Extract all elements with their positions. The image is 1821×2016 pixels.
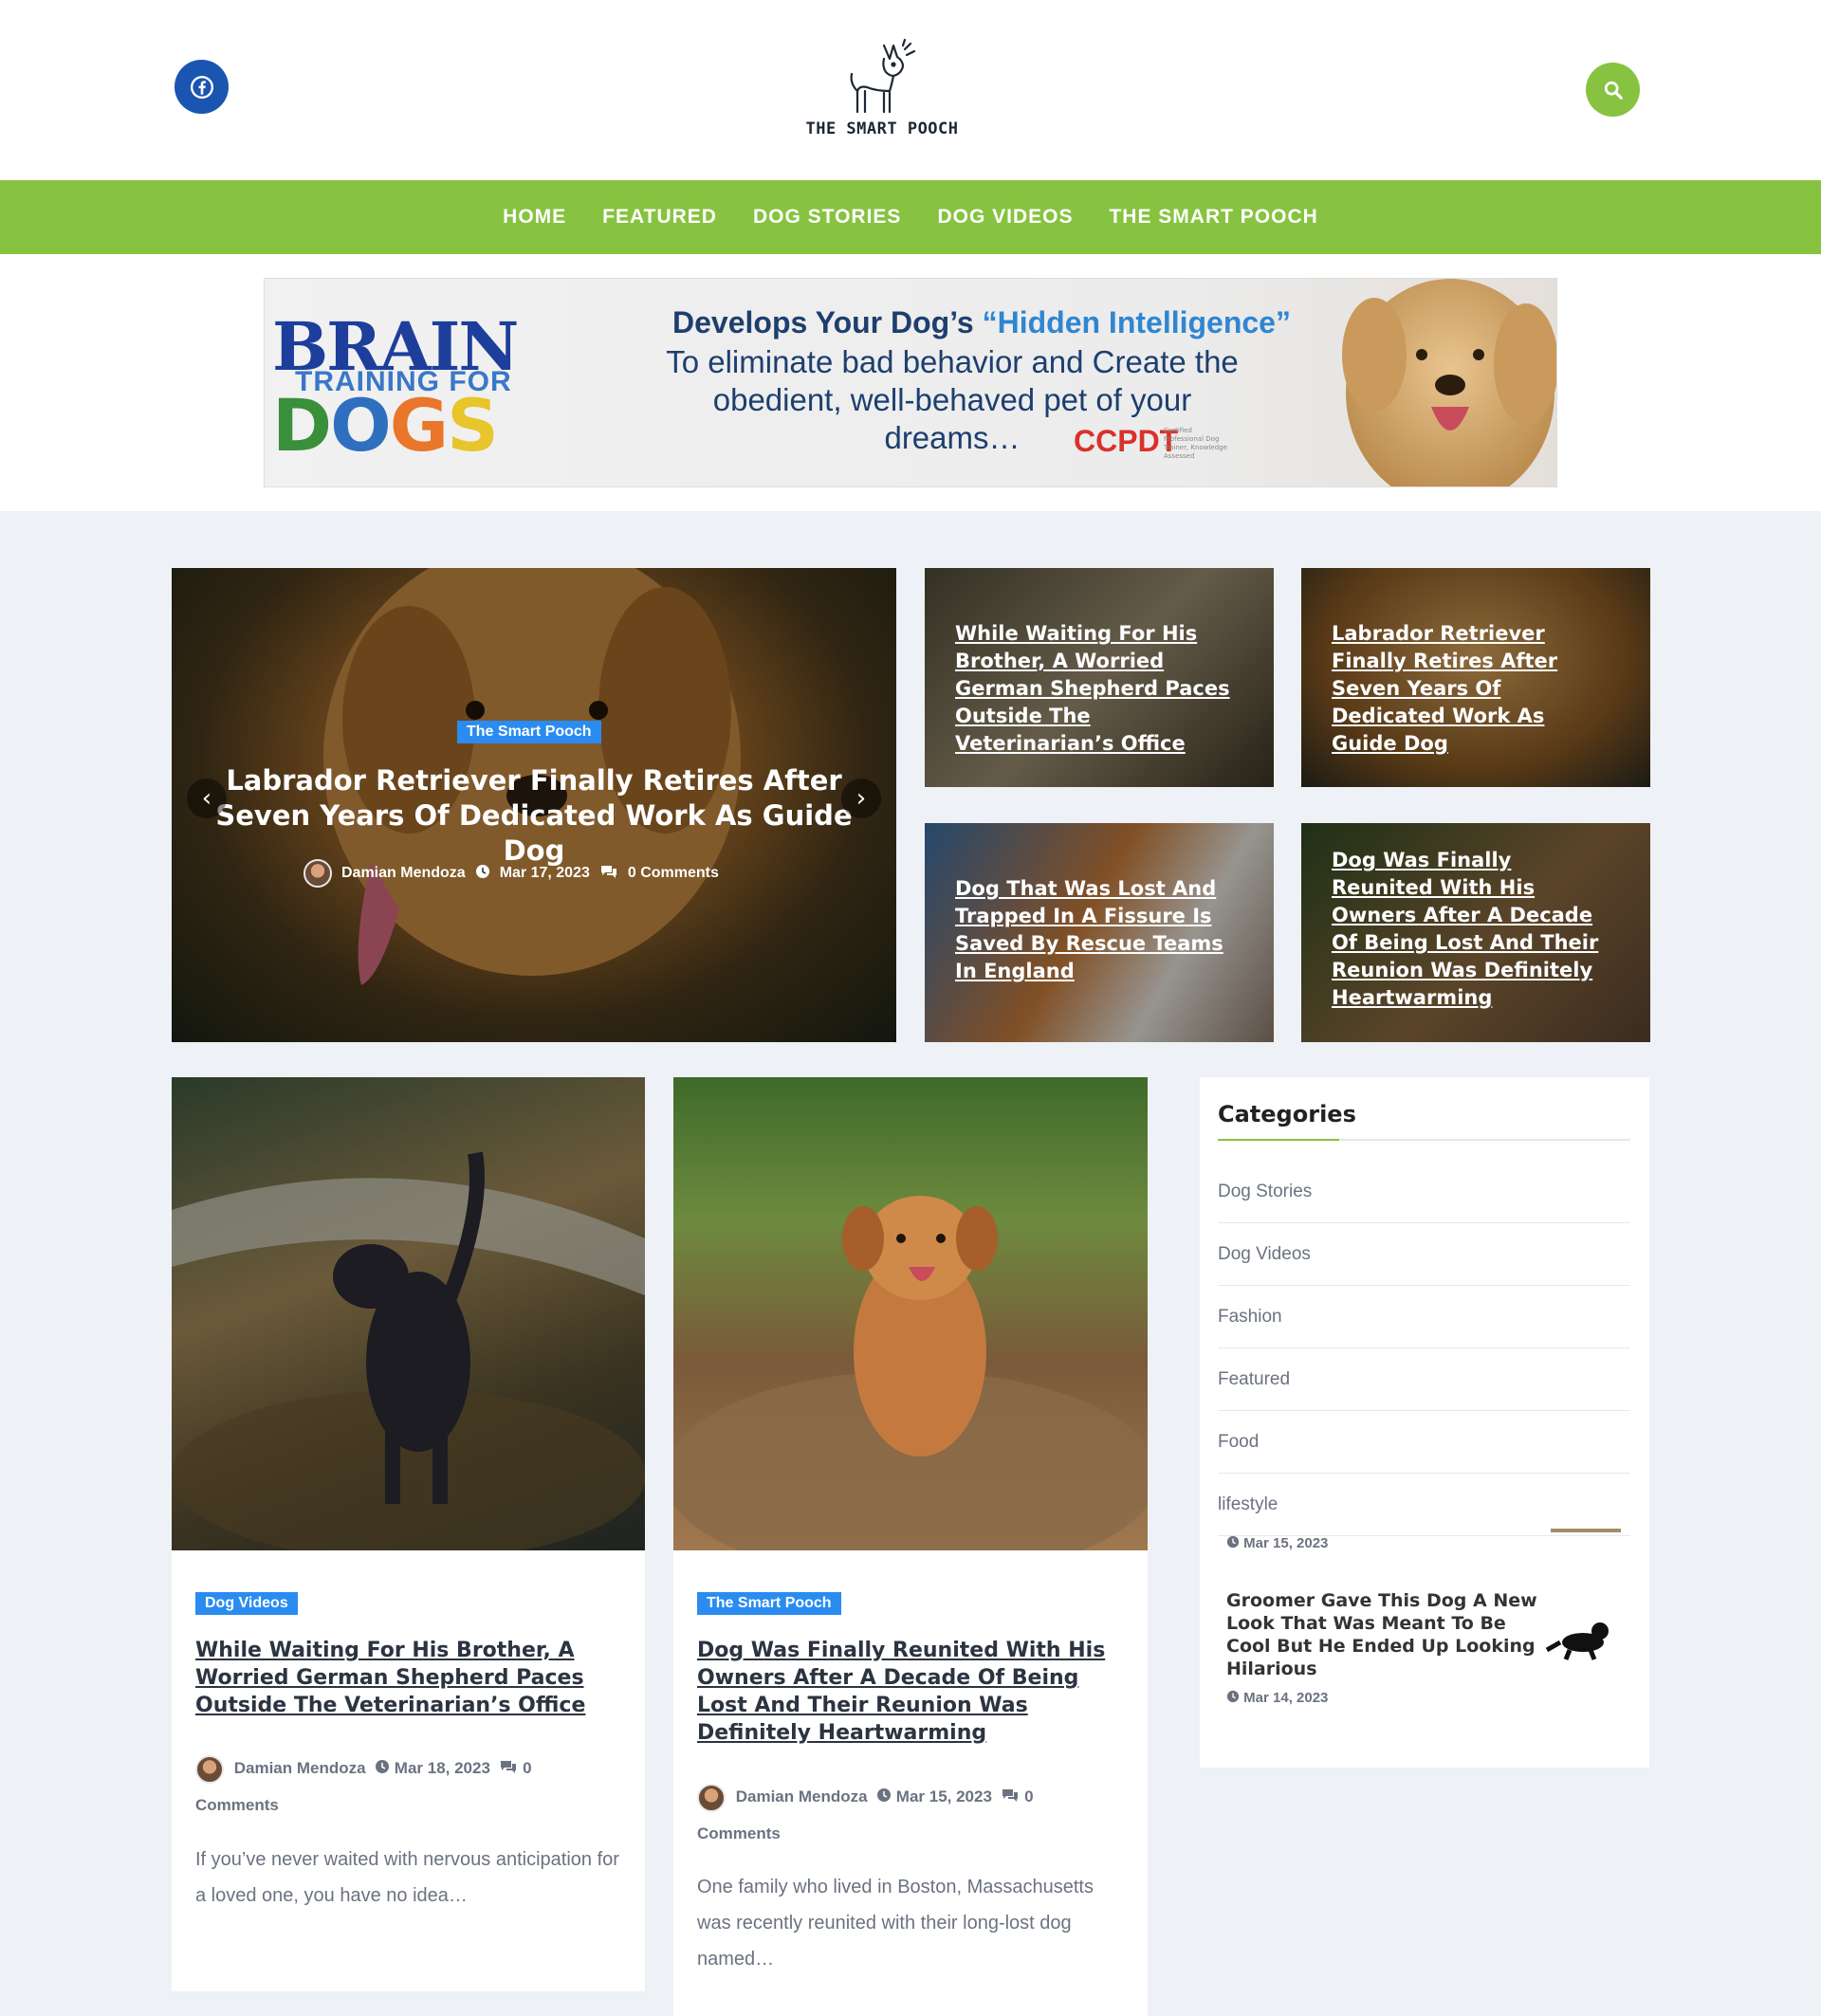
recent-post-date[interactable]: Mar 15, 2023 — [1243, 1535, 1328, 1551]
featured-tile[interactable]: Labrador Retriever Finally Retires After… — [1301, 568, 1650, 787]
ad-headline-highlight: “Hidden Intelligence” — [982, 305, 1291, 339]
post-comments-count[interactable]: 0 — [523, 1759, 531, 1777]
chevron-right-icon: › — [855, 784, 867, 813]
site-logo-text: THE SMART POOCH — [805, 119, 959, 138]
ad-dog-image — [1342, 279, 1556, 486]
post-author[interactable]: Damian Mendoza — [234, 1759, 366, 1777]
slider-next-button[interactable]: › — [841, 779, 881, 818]
post-card: Dog Videos While Waiting For His Brother… — [172, 1077, 645, 1991]
categories-underline — [1218, 1139, 1630, 1141]
category-item-lifestyle[interactable]: lifestyle — [1218, 1474, 1630, 1536]
post-title[interactable]: Dog Was Finally Reunited With His Owners… — [697, 1637, 1124, 1747]
featured-tile[interactable]: Dog Was Finally Reunited With His Owners… — [1301, 823, 1650, 1042]
post-date[interactable]: Mar 18, 2023 — [395, 1759, 490, 1777]
category-item-featured[interactable]: Featured — [1218, 1348, 1630, 1411]
recent-post-title[interactable]: Groomer Gave This Dog A New Look That Wa… — [1226, 1589, 1539, 1680]
tile-title[interactable]: While Waiting For His Brother, A Worried… — [955, 620, 1240, 758]
chevron-left-icon: ‹ — [201, 784, 212, 813]
clock-icon — [876, 1780, 892, 1816]
categories-title: Categories — [1218, 1101, 1356, 1127]
recent-post-date[interactable]: Mar 14, 2023 — [1243, 1690, 1328, 1706]
ad-ccpdt-caption: Certified Professional Dog Trainer, Know… — [1164, 427, 1227, 460]
hero-title[interactable]: Labrador Retriever Finally Retires After… — [210, 763, 858, 869]
nav-item-the-smart-pooch[interactable]: THE SMART POOCH — [1109, 206, 1317, 229]
author-avatar[interactable] — [304, 859, 332, 888]
post-meta: Damian Mendoza Mar 15, 2023 0 Comments — [697, 1779, 1105, 1852]
clock-icon — [1226, 1535, 1240, 1552]
post-card: The Smart Pooch Dog Was Finally Reunited… — [673, 1077, 1148, 2016]
clock-icon — [375, 1751, 390, 1787]
recent-post-thumb-partial — [1551, 1529, 1621, 1532]
post-meta: Damian Mendoza Mar 18, 2023 0 Comments — [195, 1750, 603, 1824]
nav-item-featured[interactable]: FEATURED — [602, 206, 717, 229]
post-category-badge[interactable]: The Smart Pooch — [697, 1592, 841, 1615]
post-comments-label[interactable]: Comments — [697, 1824, 781, 1842]
category-item-fashion[interactable]: Fashion — [1218, 1286, 1630, 1348]
sidebar-widget: Categories Dog Stories Dog Videos Fashio… — [1200, 1077, 1649, 1768]
post-author[interactable]: Damian Mendoza — [736, 1787, 868, 1805]
recent-post-meta: Mar 14, 2023 — [1226, 1690, 1328, 1707]
hero-comments[interactable]: 0 Comments — [628, 865, 719, 882]
comments-icon — [599, 864, 618, 884]
post-image[interactable] — [673, 1077, 1148, 1550]
tile-title[interactable]: Dog Was Finally Reunited With His Owners… — [1332, 847, 1616, 1012]
hero-slider[interactable]: The Smart Pooch Labrador Retriever Final… — [172, 568, 896, 1042]
dog-logo-icon — [850, 38, 916, 114]
main-nav: HOME FEATURED DOG STORIES DOG VIDEOS THE… — [0, 180, 1821, 254]
hero-author[interactable]: Damian Mendoza — [341, 865, 466, 882]
ad-banner-section: BRAIN TRAINING FOR DOGS Develops Your Do… — [0, 254, 1821, 511]
category-item-dog-videos[interactable]: Dog Videos — [1218, 1223, 1630, 1286]
post-comments-count[interactable]: 0 — [1024, 1787, 1033, 1805]
post-excerpt: One family who lived in Boston, Massachu… — [697, 1877, 1094, 1970]
site-header: THE SMART POOCH — [0, 0, 1821, 180]
comments-icon — [1001, 1780, 1020, 1816]
recent-post-thumbnail[interactable] — [1541, 1608, 1621, 1665]
tile-title[interactable]: Dog That Was Lost And Trapped In A Fissu… — [955, 875, 1240, 985]
ad-dogs-text: DOGS — [272, 383, 499, 467]
post-category-badge[interactable]: Dog Videos — [195, 1592, 298, 1615]
hero-date[interactable]: Mar 17, 2023 — [500, 865, 590, 882]
ad-ccpdt-badge: CCPDT — [1074, 424, 1179, 458]
nav-item-dog-stories[interactable]: DOG STORIES — [753, 206, 901, 229]
nav-item-dog-videos[interactable]: DOG VIDEOS — [937, 206, 1073, 229]
ad-headline: Develops Your Dog’s “Hidden Intelligence… — [672, 305, 1291, 340]
post-title[interactable]: While Waiting For His Brother, A Worried… — [195, 1637, 632, 1719]
search-icon[interactable] — [1586, 63, 1640, 117]
author-avatar[interactable] — [697, 1783, 726, 1812]
featured-tile[interactable]: While Waiting For His Brother, A Worried… — [925, 568, 1274, 787]
category-item-dog-stories[interactable]: Dog Stories — [1218, 1161, 1630, 1223]
post-date[interactable]: Mar 15, 2023 — [896, 1787, 992, 1805]
post-image[interactable] — [172, 1077, 645, 1550]
category-item-food[interactable]: Food — [1218, 1411, 1630, 1474]
facebook-icon-glyph — [190, 75, 213, 99]
hero-category-badge[interactable]: The Smart Pooch — [457, 721, 601, 743]
author-avatar[interactable] — [195, 1754, 224, 1784]
ad-banner[interactable]: BRAIN TRAINING FOR DOGS Develops Your Do… — [264, 278, 1557, 487]
nav-item-home[interactable]: HOME — [503, 206, 566, 229]
site-logo[interactable]: THE SMART POOCH — [797, 38, 967, 142]
recent-post-meta: Mar 15, 2023 — [1226, 1535, 1328, 1552]
search-icon-glyph — [1604, 81, 1623, 100]
tile-title[interactable]: Labrador Retriever Finally Retires After… — [1332, 620, 1616, 758]
hero-meta: Damian Mendoza Mar 17, 2023 0 Comments — [304, 859, 719, 888]
dog-photo — [172, 1151, 645, 1550]
clock-icon — [475, 864, 490, 884]
featured-tile[interactable]: Dog That Was Lost And Trapped In A Fissu… — [925, 823, 1274, 1042]
comments-icon — [499, 1751, 518, 1787]
clock-icon — [1226, 1690, 1240, 1707]
post-excerpt: If you’ve never waited with nervous anti… — [195, 1849, 619, 1906]
categories-list: Dog Stories Dog Videos Fashion Featured … — [1218, 1161, 1630, 1536]
post-comments-label[interactable]: Comments — [195, 1796, 279, 1814]
dog-photo — [673, 1196, 1148, 1550]
slider-prev-button[interactable]: ‹ — [187, 779, 227, 818]
facebook-icon[interactable] — [175, 60, 229, 114]
ad-headline-prefix: Develops Your Dog’s — [672, 305, 983, 339]
